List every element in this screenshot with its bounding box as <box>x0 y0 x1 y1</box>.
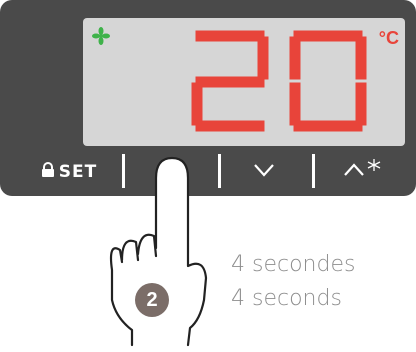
chevron-up-icon <box>343 162 365 182</box>
unit-label: °C <box>378 28 399 48</box>
lcd-display: 20 °C <box>83 18 405 146</box>
down-button[interactable] <box>242 152 286 192</box>
up-defrost-button[interactable] <box>336 152 388 192</box>
defrost-icon <box>367 158 381 177</box>
lock-icon <box>41 161 55 183</box>
chevron-down-icon <box>253 163 275 182</box>
fan-icon <box>91 26 111 50</box>
step-badge: 2 <box>135 283 169 317</box>
pointing-hand-icon <box>92 150 222 347</box>
duration-label-fr: 4 secondes <box>231 252 356 277</box>
temperature-readout: 20 <box>187 26 377 138</box>
duration-label-en: 4 seconds <box>231 286 342 311</box>
separator <box>312 154 315 188</box>
